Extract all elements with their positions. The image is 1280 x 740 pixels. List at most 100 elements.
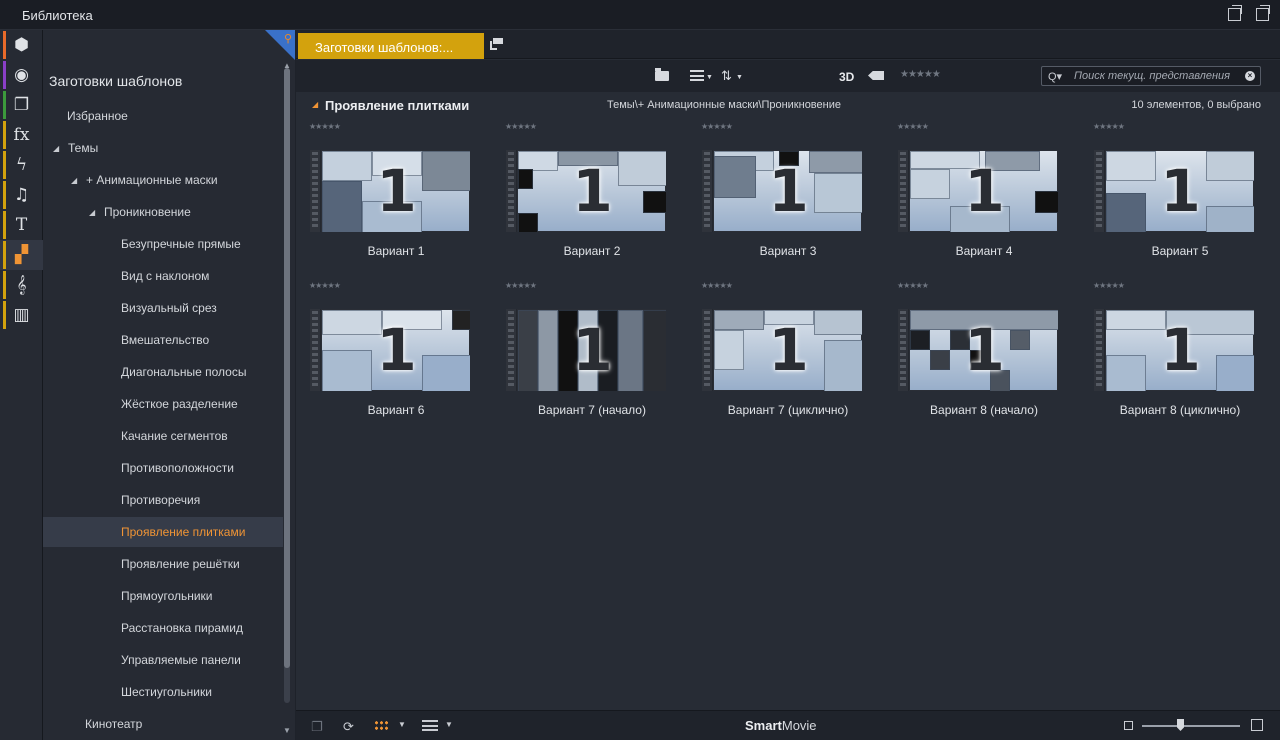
template-card[interactable]: ★★★★★ 1 Вариант 8 (циклично) xyxy=(1080,277,1254,427)
tree-item[interactable]: Управляемые панели xyxy=(43,645,283,675)
tree-item[interactable]: Избранное xyxy=(43,101,283,131)
rating-stars[interactable]: ★★★★★ xyxy=(309,281,341,290)
rail-item-stack[interactable]: ❐ xyxy=(0,90,43,120)
template-card[interactable]: ★★★★★ 1 Вариант 5 xyxy=(1080,118,1254,268)
sync-icon[interactable]: ⟳ xyxy=(343,719,354,735)
search-icon[interactable]: Q▾ xyxy=(1048,70,1062,83)
tree-item-label: Избранное xyxy=(67,109,128,123)
rail-item-template[interactable]: ▞ xyxy=(0,240,43,270)
tree-item[interactable]: Визуальный срез xyxy=(43,293,283,323)
expand-triangle-icon[interactable]: ◢ xyxy=(71,176,79,185)
collapse-section-icon[interactable]: ◢ xyxy=(312,100,318,109)
tree-item[interactable]: Жёсткое разделение xyxy=(43,389,283,419)
expand-triangle-icon[interactable]: ◢ xyxy=(53,144,61,153)
rating-stars[interactable]: ★★★★★ xyxy=(309,122,341,131)
view-3d-button[interactable]: 3D xyxy=(839,70,854,84)
sort-caret-icon[interactable]: ▼ xyxy=(736,74,743,81)
rating-stars[interactable]: ★★★★★ xyxy=(1093,122,1125,131)
template-card[interactable]: ★★★★★ 1 Вариант 6 xyxy=(296,277,470,427)
template-thumbnail[interactable]: 1 xyxy=(898,150,1058,232)
tree-item[interactable]: Шестиугольники xyxy=(43,677,283,707)
tree-item[interactable]: ◢ Темы xyxy=(43,133,283,163)
folder-icon[interactable] xyxy=(655,68,669,81)
template-thumbnail[interactable]: 1 xyxy=(310,150,470,232)
grid-view-caret-icon[interactable]: ▼ xyxy=(398,720,406,729)
large-thumbnails-icon[interactable] xyxy=(1251,719,1263,731)
rail-item-film-reel[interactable]: ◉ xyxy=(0,60,43,90)
template-card[interactable]: ★★★★★ 1 Вариант 7 (циклично) xyxy=(688,277,862,427)
rating-stars[interactable]: ★★★★★ xyxy=(897,122,929,131)
rating-stars[interactable]: ★★★★★ xyxy=(1093,281,1125,290)
preview-digit: 1 xyxy=(376,157,417,225)
copy-icon[interactable]: ❐ xyxy=(311,719,323,735)
small-thumbnails-icon[interactable] xyxy=(1124,721,1133,730)
rail-item-music-note[interactable]: ♫ xyxy=(0,180,43,210)
rail-item-piano[interactable]: ▥ xyxy=(0,300,43,330)
rail-item-box[interactable]: ⬢ xyxy=(0,30,43,60)
tag-icon[interactable] xyxy=(868,71,884,80)
template-thumbnail[interactable]: 1 xyxy=(506,150,666,232)
template-card[interactable]: ★★★★★ 1 Вариант 8 (начало) xyxy=(884,277,1058,427)
tree-item[interactable]: Противоположности xyxy=(43,453,283,483)
new-tab-icon[interactable] xyxy=(490,38,504,50)
rail-item-fx[interactable]: fx xyxy=(0,120,43,150)
template-thumbnail[interactable]: 1 xyxy=(1094,309,1254,391)
template-card[interactable]: ★★★★★ 1 Вариант 2 xyxy=(492,118,666,268)
restore-window-icon[interactable] xyxy=(1228,5,1242,21)
list-view-caret-icon[interactable]: ▼ xyxy=(706,74,713,81)
rail-item-text[interactable]: T xyxy=(0,210,43,240)
rail-stripe xyxy=(3,151,6,179)
rating-stars[interactable]: ★★★★★ xyxy=(505,122,537,131)
tree-item[interactable]: Качание сегментов xyxy=(43,421,283,451)
brand-label[interactable]: SmartMovie xyxy=(745,718,817,733)
details-view-icon[interactable] xyxy=(422,720,438,731)
expand-triangle-icon[interactable]: ◢ xyxy=(89,208,97,217)
search-input[interactable] xyxy=(1074,69,1239,83)
rail-item-treble-clef[interactable]: 𝄞 xyxy=(0,270,43,300)
tree-item[interactable]: Проявление решётки xyxy=(43,549,283,579)
template-card[interactable]: ★★★★★ 1 Вариант 4 xyxy=(884,118,1058,268)
sort-icon[interactable]: ⇅ xyxy=(721,68,732,84)
tree-item[interactable]: ◢ + Анимационные маски xyxy=(43,165,283,195)
tree-item[interactable]: Вид с наклоном xyxy=(43,261,283,291)
tab-templates[interactable]: Заготовки шаблонов:... xyxy=(298,33,484,59)
template-thumbnail[interactable]: 1 xyxy=(1094,150,1254,232)
rating-stars[interactable]: ★★★★★ xyxy=(701,122,733,131)
template-card[interactable]: ★★★★★ 1 Вариант 1 xyxy=(296,118,470,268)
template-thumbnail[interactable]: 1 xyxy=(506,309,666,391)
tree-item[interactable]: Вмешательство xyxy=(43,325,283,355)
template-thumbnail[interactable]: 1 xyxy=(702,309,862,391)
stack-icon: ❐ xyxy=(13,94,30,115)
tree-scrollbar-thumb[interactable] xyxy=(284,68,290,668)
detach-window-icon[interactable] xyxy=(1256,5,1270,21)
tree-item[interactable]: Противоречия xyxy=(43,485,283,515)
rating-stars[interactable]: ★★★★★ xyxy=(701,281,733,290)
tree-item[interactable]: Прямоугольники xyxy=(43,581,283,611)
tree-item[interactable]: Безупречные прямые xyxy=(43,229,283,259)
pin-icon[interactable]: ⚲ xyxy=(284,32,292,45)
tree-item[interactable]: ◢ Проникновение xyxy=(43,197,283,227)
grid-view-icon[interactable] xyxy=(374,720,389,731)
template-thumbnail[interactable]: 1 xyxy=(898,309,1058,391)
rating-filter[interactable]: ★★★★★ xyxy=(900,69,941,80)
template-card[interactable]: ★★★★★ 1 Вариант 3 xyxy=(688,118,862,268)
rail-item-lightning[interactable]: ϟ xyxy=(0,150,43,180)
zoom-slider-knob[interactable] xyxy=(1177,719,1184,731)
list-view-icon[interactable] xyxy=(690,70,704,81)
zoom-slider[interactable] xyxy=(1142,725,1240,727)
template-label: Вариант 8 (начало) xyxy=(930,403,1038,417)
main-panel: Заготовки шаблонов:... ▼ ⇅ ▼ 3D ★★★★★ Q▾… xyxy=(296,30,1280,710)
template-card[interactable]: ★★★★★ 1 Вариант 7 (начало) xyxy=(492,277,666,427)
tree-item[interactable]: Расстановка пирамид xyxy=(43,613,283,643)
scroll-down-icon[interactable]: ▼ xyxy=(283,726,291,735)
tree-item[interactable]: Кинотеатр xyxy=(43,709,283,739)
tree-scrollbar[interactable] xyxy=(284,68,290,703)
rating-stars[interactable]: ★★★★★ xyxy=(505,281,537,290)
tree-item[interactable]: Проявление плитками xyxy=(43,517,283,547)
details-view-caret-icon[interactable]: ▼ xyxy=(445,720,453,729)
rating-stars[interactable]: ★★★★★ xyxy=(897,281,929,290)
template-thumbnail[interactable]: 1 xyxy=(702,150,862,232)
tree-item[interactable]: Диагональные полосы xyxy=(43,357,283,387)
template-thumbnail[interactable]: 1 xyxy=(310,309,470,391)
clear-search-icon[interactable]: × xyxy=(1245,71,1255,81)
